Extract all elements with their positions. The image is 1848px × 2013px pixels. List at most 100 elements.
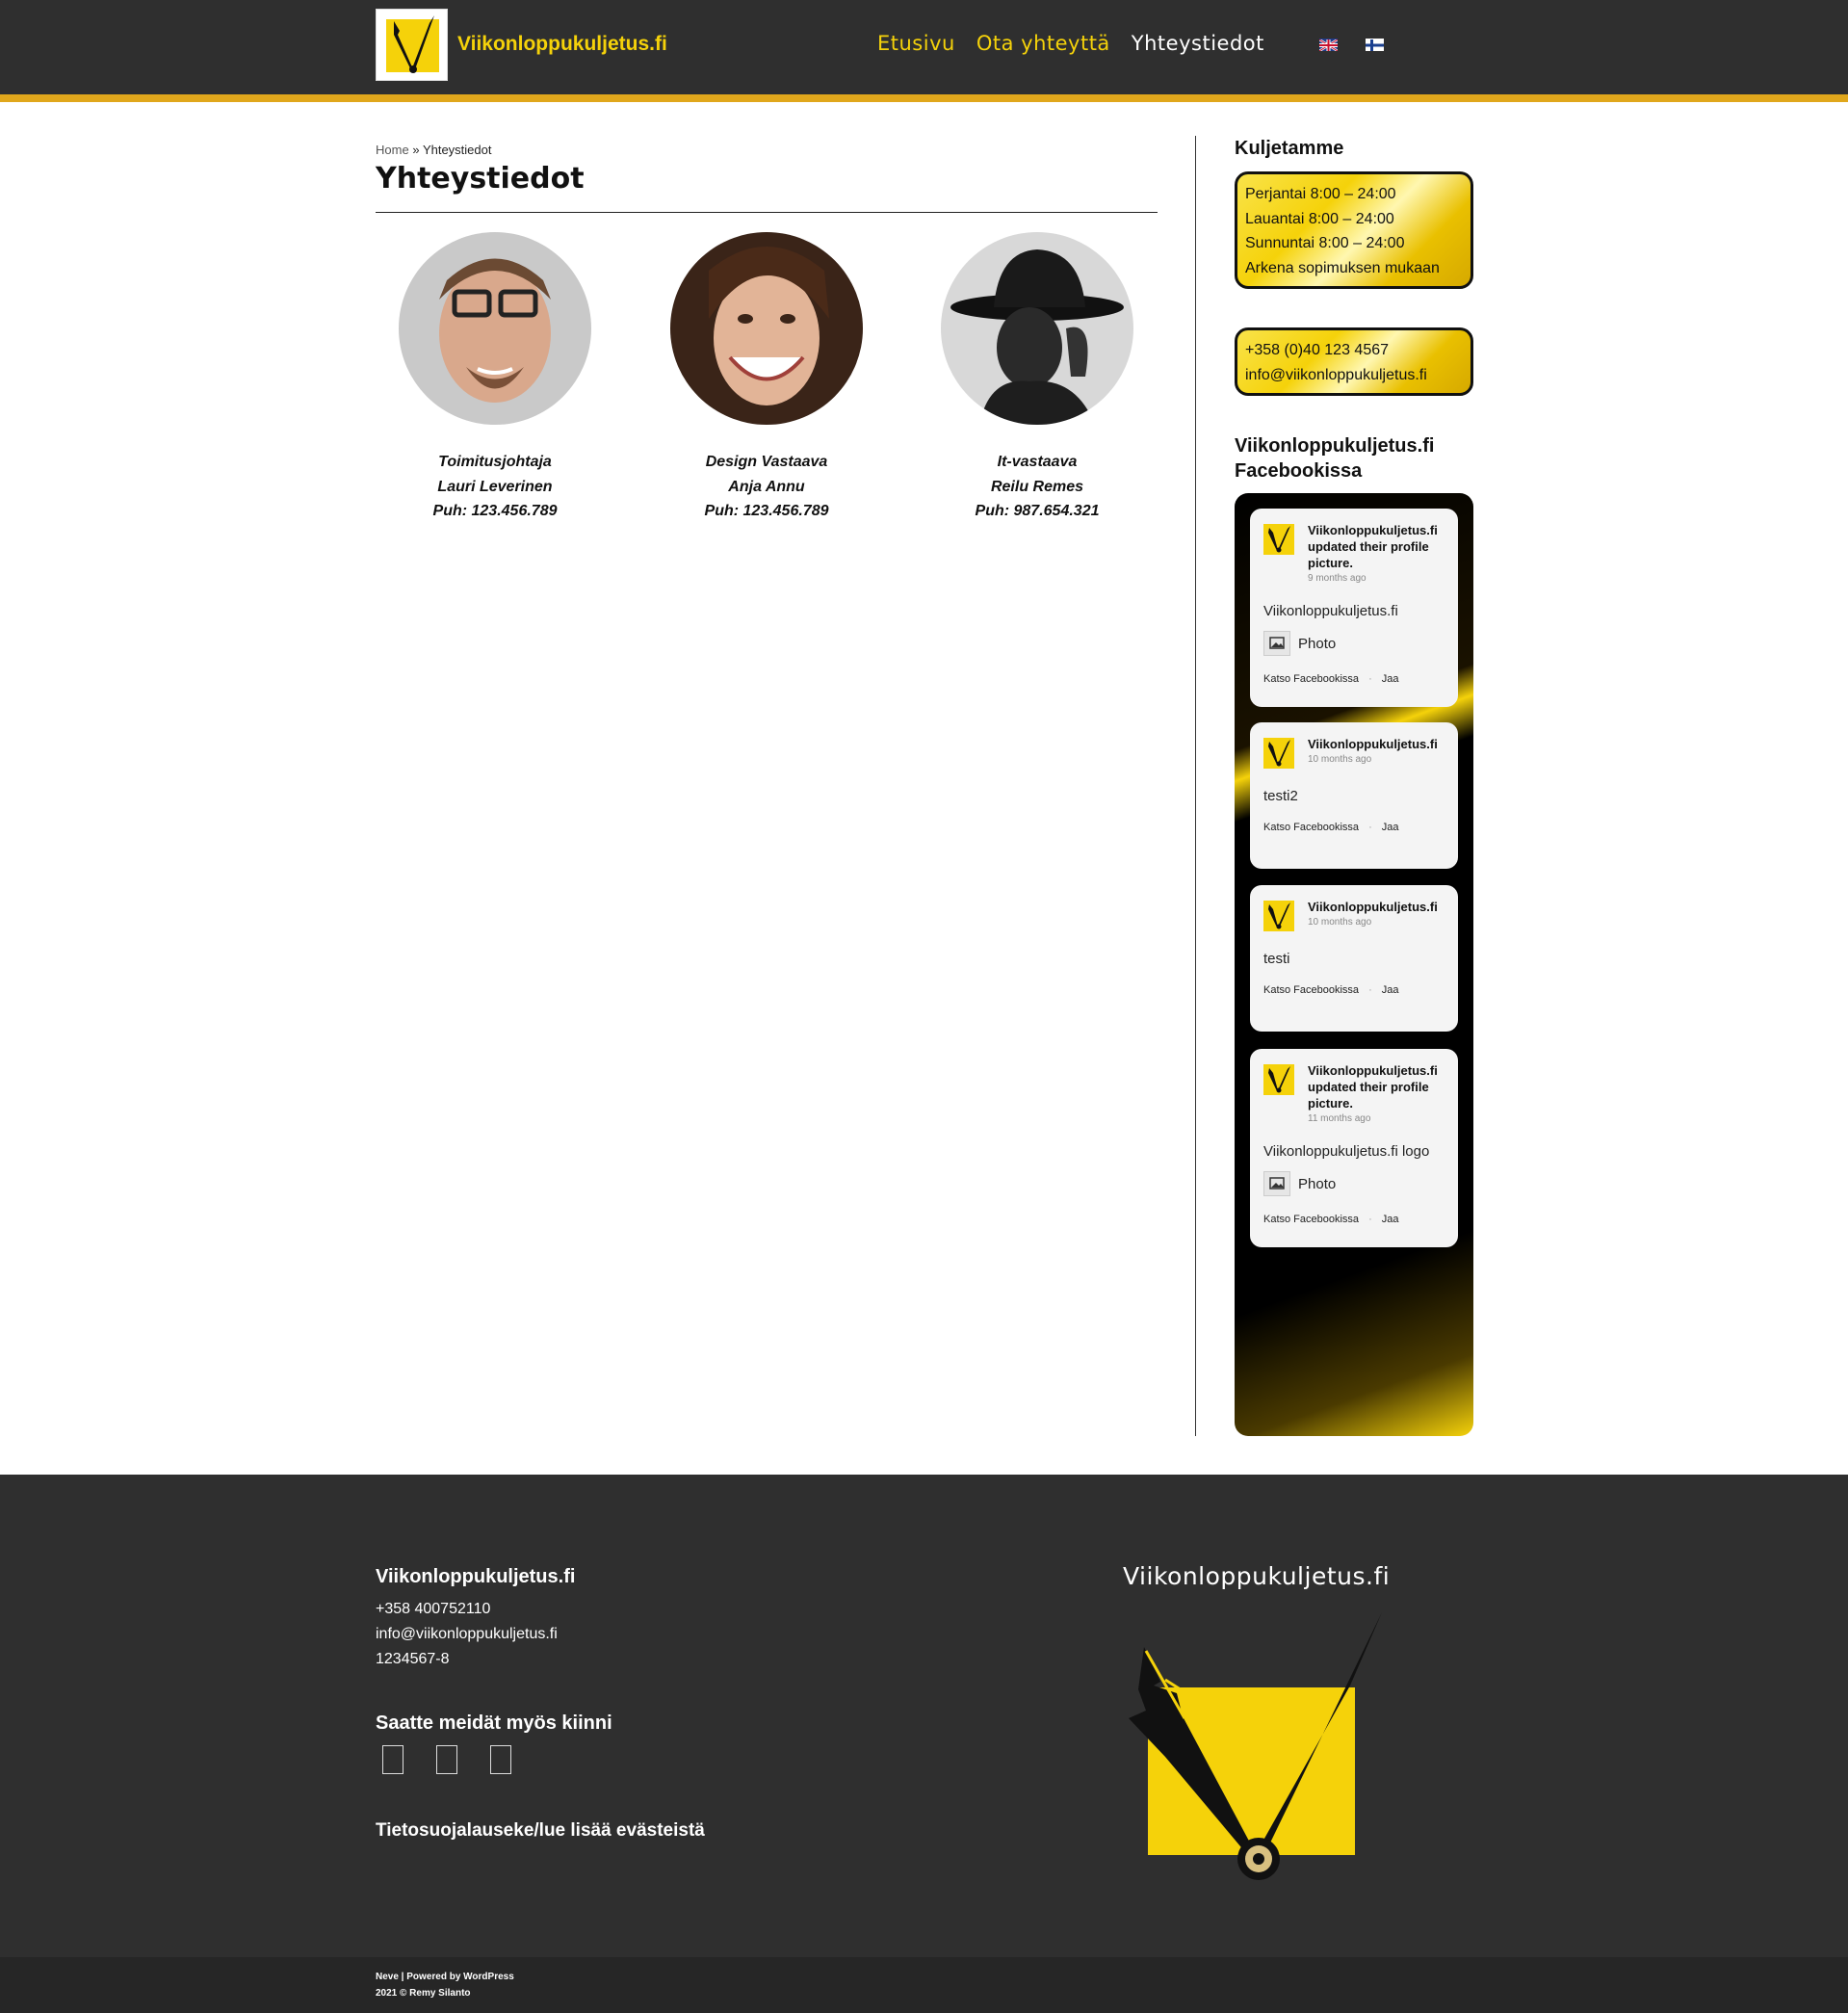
link-separator: · <box>1368 822 1372 833</box>
link-separator: · <box>1368 984 1372 996</box>
footer-credits-bar <box>0 1957 1848 2013</box>
post-time: 10 months ago <box>1308 917 1372 928</box>
hours-line: Sunnuntai 8:00 – 24:00 <box>1245 235 1405 251</box>
post-time: 9 months ago <box>1308 573 1366 584</box>
clock-logo-icon <box>1129 1612 1382 1880</box>
facebook-title-line: Facebookissa <box>1235 460 1363 482</box>
hours-line: Arkena sopimuksen mukaan <box>1245 259 1440 276</box>
facebook-feed: Viikonloppukuljetus.fi updated their pro… <box>1235 493 1473 1436</box>
hours-line: Lauantai 8:00 – 24:00 <box>1245 210 1394 227</box>
share-link[interactable]: Jaa <box>1382 822 1399 833</box>
post-author[interactable]: Viikonloppukuljetus.fi updated their pro… <box>1308 1062 1445 1111</box>
breadcrumb-current: Yhteystiedot <box>422 143 492 157</box>
share-link[interactable]: Jaa <box>1382 984 1399 996</box>
hours-title: Kuljetamme <box>1235 138 1344 159</box>
photo-label: Photo <box>1298 1175 1337 1192</box>
person-role: It-vastaava <box>997 454 1078 470</box>
post-photo[interactable]: Photo <box>1263 631 1445 656</box>
person-name: Lauri Leverinen <box>437 478 553 495</box>
hours-line: Perjantai 8:00 – 24:00 <box>1245 186 1396 202</box>
photo-icon <box>1263 631 1290 656</box>
site-logo[interactable] <box>376 9 448 81</box>
facebook-post[interactable]: Viikonloppukuljetus.fi 10 months ago tes… <box>1250 722 1458 869</box>
facebook-post[interactable]: Viikonloppukuljetus.fi updated their pro… <box>1250 509 1458 707</box>
post-body: Viikonloppukuljetus.fi <box>1263 603 1398 619</box>
title-divider <box>376 212 1158 213</box>
footer-company: Viikonloppukuljetus.fi <box>376 1566 576 1587</box>
post-time: 10 months ago <box>1308 754 1372 765</box>
avatar <box>670 232 863 425</box>
person-role: Design Vastaava <box>705 454 828 470</box>
post-author[interactable]: Viikonloppukuljetus.fi updated their pro… <box>1308 522 1445 571</box>
main-nav: Etusivu Ota yhteyttä Yhteystiedot <box>877 32 1264 55</box>
person-name: Anja Annu <box>728 478 805 495</box>
share-link[interactable]: Jaa <box>1382 673 1399 685</box>
contact-box: +358 (0)40 123 4567 info@viikonloppukulj… <box>1235 327 1473 396</box>
view-on-facebook-link[interactable]: Katso Facebookissa <box>1263 984 1359 996</box>
facebook-title: Viikonloppukuljetus.fi Facebookissa <box>1235 433 1434 484</box>
footer-phone[interactable]: +358 400752110 <box>376 1601 490 1618</box>
person-card: It-vastaava Reilu Remes Puh: 987.654.321 <box>912 232 1162 524</box>
view-on-facebook-link[interactable]: Katso Facebookissa <box>1263 822 1359 833</box>
facebook-post[interactable]: Viikonloppukuljetus.fi updated their pro… <box>1250 1049 1458 1247</box>
contact-phone[interactable]: +358 (0)40 123 4567 <box>1245 338 1463 363</box>
post-photo[interactable]: Photo <box>1263 1171 1445 1196</box>
post-body: testi <box>1263 951 1290 967</box>
person-phone: Puh: 123.456.789 <box>704 503 829 519</box>
post-body: Viikonloppukuljetus.fi logo <box>1263 1143 1430 1160</box>
facebook-title-line: Viikonloppukuljetus.fi <box>1235 435 1435 457</box>
site-title[interactable]: Viikonloppukuljetus.fi <box>457 33 667 56</box>
view-on-facebook-link[interactable]: Katso Facebookissa <box>1263 1214 1359 1225</box>
post-time: 11 months ago <box>1308 1113 1371 1124</box>
instagram-icon[interactable] <box>436 1745 457 1774</box>
avatar <box>941 232 1133 425</box>
photo-icon <box>1263 1171 1290 1196</box>
hours-box: Perjantai 8:00 – 24:00 Lauantai 8:00 – 2… <box>1235 171 1473 289</box>
facebook-post[interactable]: Viikonloppukuljetus.fi 10 months ago tes… <box>1250 885 1458 1032</box>
nav-etusivu[interactable]: Etusivu <box>877 32 955 55</box>
breadcrumb-separator: » <box>412 143 420 157</box>
nav-ota-yhteytta[interactable]: Ota yhteyttä <box>976 32 1110 55</box>
link-separator: · <box>1368 673 1372 685</box>
footer-brand: Viikonloppukuljetus.fi <box>1123 1562 1391 1590</box>
footer-business-id: 1234567-8 <box>376 1651 450 1667</box>
person-phone: Puh: 987.654.321 <box>975 503 1100 519</box>
page-avatar-icon <box>1263 524 1294 555</box>
theme-credit[interactable]: Neve | Powered by WordPress <box>376 1972 514 1982</box>
page-title: Yhteystiedot <box>376 162 585 196</box>
link-separator: · <box>1368 1214 1372 1225</box>
sidebar-divider <box>1195 136 1196 1436</box>
person-card: Toimitusjohtaja Lauri Leverinen Puh: 123… <box>370 232 620 524</box>
page-avatar-icon <box>1263 901 1294 931</box>
footer-social-title: Saatte meidät myös kiinni <box>376 1712 612 1734</box>
copyright: 2021 © Remy Silanto <box>376 1988 471 1999</box>
person-role: Toimitusjohtaja <box>438 454 552 470</box>
photo-label: Photo <box>1298 635 1337 652</box>
clock-logo-icon <box>386 15 439 73</box>
site-footer <box>0 1475 1848 1957</box>
person-card: Design Vastaava Anja Annu Puh: 123.456.7… <box>641 232 892 524</box>
en-flag-icon[interactable] <box>1318 38 1339 53</box>
header-accent-bar <box>0 94 1848 102</box>
privacy-link[interactable]: Tietosuojalauseke/lue lisää evästeistä <box>376 1820 705 1842</box>
breadcrumb-home[interactable]: Home <box>376 143 409 157</box>
page-avatar-icon <box>1263 1064 1294 1095</box>
fi-flag-icon[interactable] <box>1366 39 1384 51</box>
post-body: testi2 <box>1263 788 1298 804</box>
avatar <box>399 232 591 425</box>
person-phone: Puh: 123.456.789 <box>432 503 558 519</box>
nav-yhteystiedot[interactable]: Yhteystiedot <box>1132 32 1264 55</box>
twitter-icon[interactable] <box>490 1745 511 1774</box>
page-avatar-icon <box>1263 738 1294 769</box>
person-name: Reilu Remes <box>990 478 1084 495</box>
post-author[interactable]: Viikonloppukuljetus.fi <box>1308 899 1438 915</box>
share-link[interactable]: Jaa <box>1382 1214 1399 1225</box>
footer-email[interactable]: info@viikonloppukuljetus.fi <box>376 1626 558 1643</box>
site-header: Viikonloppukuljetus.fi Etusivu Ota yhtey… <box>0 0 1848 94</box>
contact-email[interactable]: info@viikonloppukuljetus.fi <box>1245 363 1463 388</box>
post-author[interactable]: Viikonloppukuljetus.fi <box>1308 736 1438 752</box>
footer-logo <box>1127 1612 1387 1887</box>
view-on-facebook-link[interactable]: Katso Facebookissa <box>1263 673 1359 685</box>
breadcrumb: Home » Yhteystiedot <box>376 143 491 157</box>
facebook-icon[interactable] <box>382 1745 403 1774</box>
